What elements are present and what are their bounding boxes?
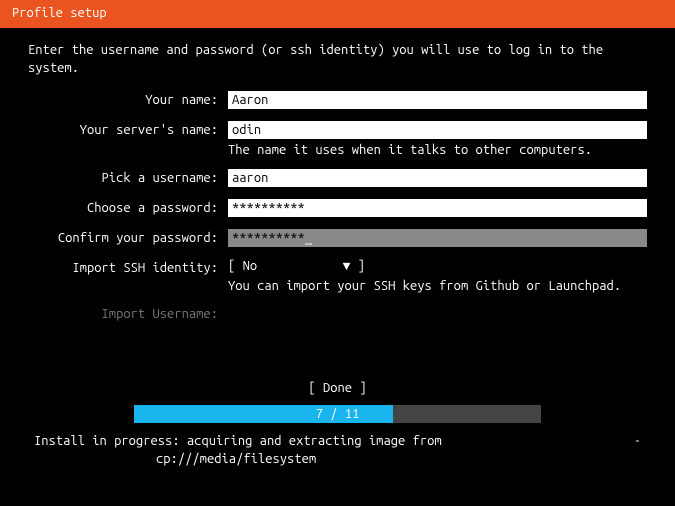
row-confirm-password: Confirm your password: **********_ [28, 229, 647, 247]
your-name-label: Your name: [28, 91, 228, 109]
row-ssh-identity: Import SSH identity: [ No▼ ] [28, 259, 647, 275]
password-label: Choose a password: [28, 199, 228, 217]
confirm-password-input[interactable]: **********_ [228, 229, 647, 247]
intro-text: Enter the username and password (or ssh … [28, 42, 647, 77]
row-your-name: Your name: Aaron [28, 91, 647, 109]
row-server-name: Your server's name: odin [28, 121, 647, 139]
bracket-left: [ [308, 381, 323, 395]
confirm-password-value: ********** [232, 231, 305, 245]
row-server-helper: The name it uses when it talks to other … [28, 141, 647, 157]
confirm-password-label: Confirm your password: [28, 229, 228, 247]
row-ssh-helper: You can import your SSH keys from Github… [28, 277, 647, 293]
bracket-right: ] [352, 381, 367, 395]
done-button[interactable]: [ Done ] [308, 381, 366, 395]
ssh-identity-dropdown[interactable]: [ No▼ ] [228, 259, 365, 274]
status-area: Install in progress: acquiring and extra… [0, 423, 675, 468]
text-cursor: _ [305, 231, 312, 245]
title-text: Profile setup [12, 6, 107, 20]
server-name-helper: The name it uses when it talks to other … [228, 141, 647, 157]
username-label: Pick a username: [28, 169, 228, 187]
your-name-input[interactable]: Aaron [228, 91, 647, 109]
done-row: [ Done ] [28, 381, 647, 395]
progress-text: 7 / 11 [134, 405, 541, 423]
import-username-label: Import Username: [28, 305, 228, 321]
progress-bar-track: 7 / 11 [134, 405, 541, 423]
bracket-left: [ [228, 259, 243, 273]
title-bar: Profile setup [0, 0, 675, 28]
row-username: Pick a username: aaron [28, 169, 647, 187]
bracket-right: ] [350, 259, 365, 273]
done-label: Done [323, 381, 352, 395]
status-line-1: Install in progress: acquiring and extra… [34, 434, 442, 448]
username-input[interactable]: aaron [228, 169, 647, 187]
ssh-identity-value: No [243, 259, 343, 273]
row-password: Choose a password: ********** [28, 199, 647, 217]
ssh-identity-label: Import SSH identity: [28, 259, 228, 275]
profile-form: Your name: Aaron Your server's name: odi… [28, 91, 647, 321]
status-line-2: cp:///media/filesystem [34, 451, 641, 469]
spinner-icon: - [634, 433, 641, 451]
server-name-label: Your server's name: [28, 121, 228, 139]
main-content: Enter the username and password (or ssh … [0, 28, 675, 423]
server-name-input[interactable]: odin [228, 121, 647, 139]
row-import-username: Import Username: [28, 305, 647, 321]
password-input[interactable]: ********** [228, 199, 647, 217]
ssh-identity-helper: You can import your SSH keys from Github… [228, 277, 647, 293]
